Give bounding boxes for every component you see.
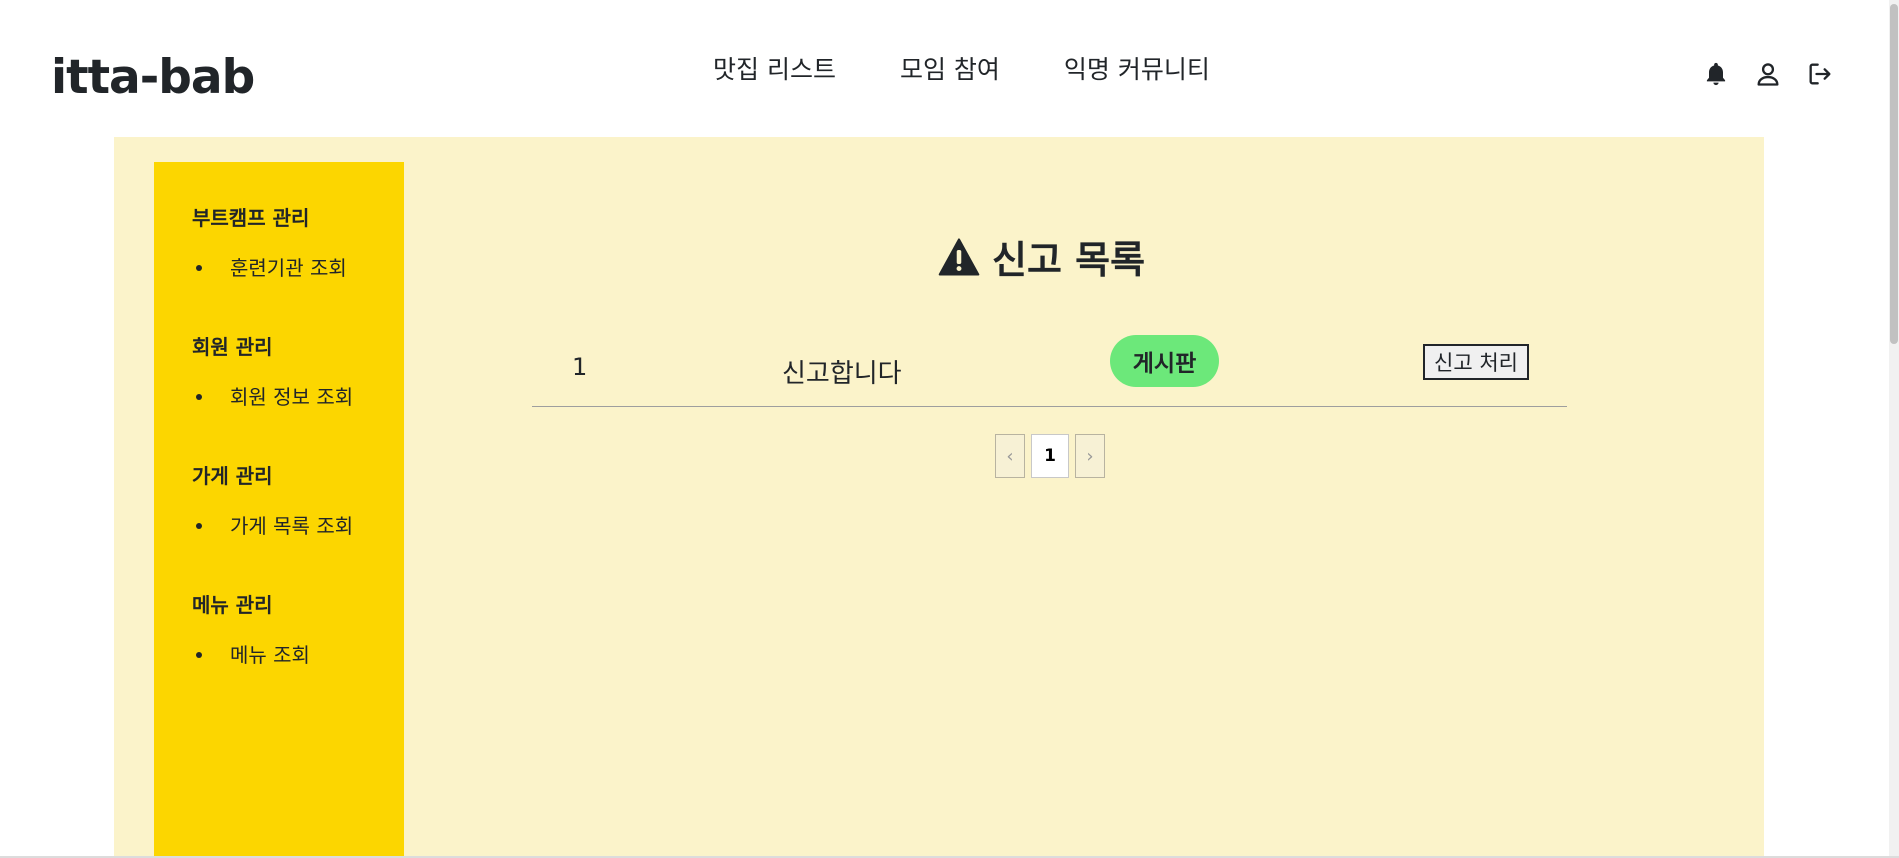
sidebar-group-menu: 메뉴 관리 메뉴 조회 bbox=[192, 589, 366, 670]
sidebar-list: 회원 정보 조회 bbox=[192, 382, 366, 412]
logo[interactable]: itta-bab bbox=[51, 50, 255, 105]
main-nav: 맛집 리스트 모임 참여 익명 커뮤니티 bbox=[713, 50, 1210, 86]
admin-sidebar: 부트캠프 관리 훈련기관 조회 회원 관리 회원 정보 조회 가게 관리 가게 … bbox=[154, 162, 404, 858]
sidebar-group-title: 가게 관리 bbox=[192, 464, 273, 488]
prev-page-button[interactable]: ‹ bbox=[995, 434, 1025, 478]
sidebar-group-bootcamp: 부트캠프 관리 훈련기관 조회 bbox=[192, 202, 366, 283]
sidebar-group-title: 메뉴 관리 bbox=[192, 593, 273, 617]
sidebar-item-store-list[interactable]: 가게 목록 조회 bbox=[192, 511, 362, 541]
logout-icon[interactable] bbox=[1806, 60, 1834, 88]
report-title[interactable]: 신고합니다 bbox=[782, 353, 902, 390]
header-icons bbox=[1702, 60, 1834, 88]
sidebar-group-title: 회원 관리 bbox=[192, 335, 273, 359]
main-area: 부트캠프 관리 훈련기관 조회 회원 관리 회원 정보 조회 가게 관리 가게 … bbox=[114, 137, 1764, 858]
nav-anonymous-community[interactable]: 익명 커뮤니티 bbox=[1064, 50, 1210, 86]
sidebar-group-title: 부트캠프 관리 bbox=[192, 206, 310, 230]
user-icon[interactable] bbox=[1754, 60, 1782, 88]
bell-icon[interactable] bbox=[1702, 60, 1730, 88]
warning-icon bbox=[938, 237, 980, 276]
page-title-text: 신고 목록 bbox=[992, 238, 1146, 282]
table-row[interactable]: 1 신고합니다 게시판 신고 처리 bbox=[532, 335, 1567, 407]
next-page-button[interactable]: › bbox=[1075, 434, 1105, 478]
page-scrollbar[interactable] bbox=[1889, 0, 1899, 858]
sidebar-item-member-info[interactable]: 회원 정보 조회 bbox=[192, 382, 362, 412]
sidebar-item-training-institution[interactable]: 훈련기관 조회 bbox=[192, 253, 362, 283]
pagination: ‹ 1 › bbox=[995, 434, 1105, 478]
sidebar-list: 훈련기관 조회 bbox=[192, 253, 366, 283]
nav-restaurant-list[interactable]: 맛집 리스트 bbox=[713, 50, 836, 86]
process-report-button[interactable]: 신고 처리 bbox=[1423, 344, 1529, 380]
category-badge: 게시판 bbox=[1110, 335, 1219, 387]
sidebar-item-menu-view[interactable]: 메뉴 조회 bbox=[192, 640, 362, 670]
sidebar-list: 메뉴 조회 bbox=[192, 640, 366, 670]
scrollbar-thumb[interactable] bbox=[1890, 4, 1898, 344]
page-title: 신고 목록 bbox=[938, 229, 1145, 284]
page-button-current[interactable]: 1 bbox=[1031, 434, 1069, 478]
sidebar-group-store: 가게 관리 가게 목록 조회 bbox=[192, 460, 366, 541]
sidebar-group-member: 회원 관리 회원 정보 조회 bbox=[192, 331, 366, 412]
sidebar-list: 가게 목록 조회 bbox=[192, 511, 366, 541]
nav-meeting-join[interactable]: 모임 참여 bbox=[900, 50, 1000, 86]
top-header: itta-bab 맛집 리스트 모임 참여 익명 커뮤니티 bbox=[0, 0, 1899, 137]
report-content: 신고 목록 1 신고합니다 게시판 신고 처리 ‹ 1 › bbox=[404, 137, 1764, 858]
report-number: 1 bbox=[572, 353, 588, 381]
